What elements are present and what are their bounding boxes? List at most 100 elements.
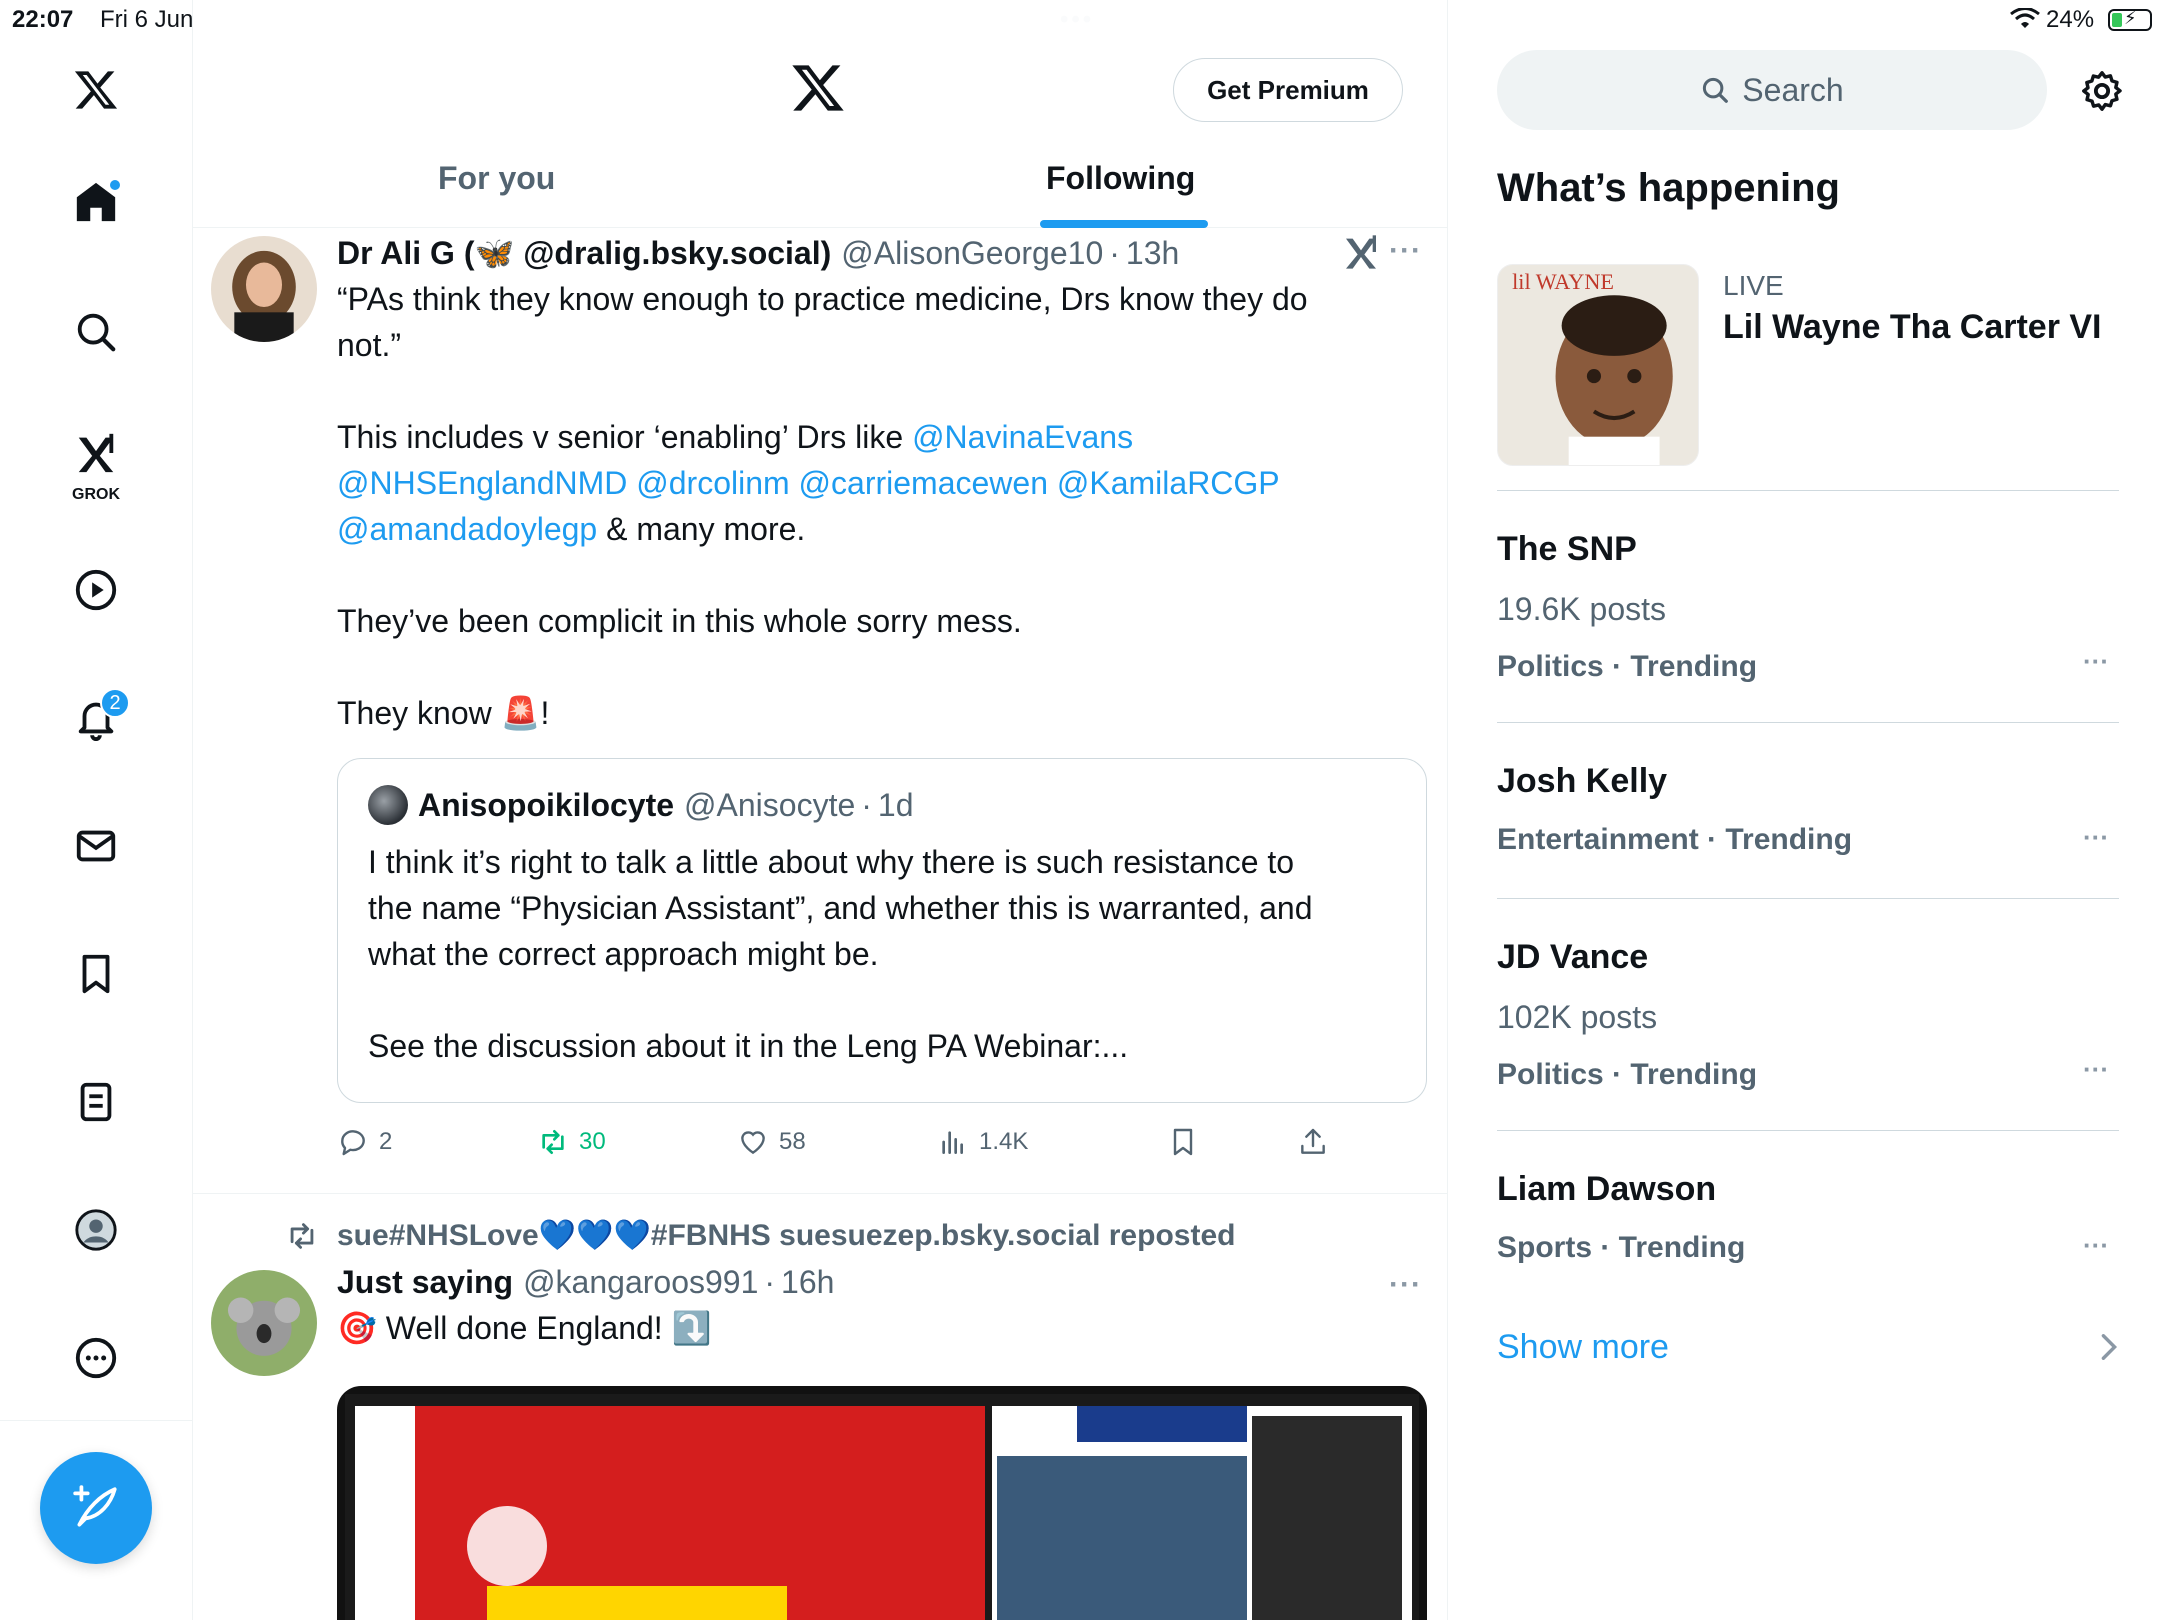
grok-explain-icon[interactable]: [1341, 232, 1381, 272]
notifications-bell-icon[interactable]: 2: [66, 688, 130, 748]
live-event-card[interactable]: lil WAYNE LIVE Lil Wayne Tha Carter VI: [1497, 264, 2119, 494]
reposted-by-text: sue#NHSLove💙💙💙#FBNHS suesuezep.bsky.soci…: [337, 1219, 1236, 1252]
quote-avatar[interactable]: [368, 785, 408, 825]
trend-more-icon[interactable]: ···: [2083, 646, 2109, 677]
tweet[interactable]: Dr Ali G (🦋 @dralig.bsky.social) @Alison…: [193, 228, 1447, 1193]
tweet-actions: 2 30 58 1.4K: [337, 1126, 1337, 1166]
tab-following[interactable]: Following: [1046, 160, 1195, 197]
profile-avatar-icon[interactable]: [66, 1200, 126, 1260]
tweet-text: 🎯 Well done England! ⤵️: [337, 1305, 1417, 1351]
mention-link[interactable]: @carriemacewen: [799, 465, 1048, 501]
tweet-text-line: “PAs think they know enough to practice …: [337, 281, 1308, 317]
quote-text: I think it’s right to talk a little abou…: [368, 844, 1313, 1064]
mention-link[interactable]: @NHSEnglandNMD: [337, 465, 627, 501]
home-icon[interactable]: [66, 172, 126, 232]
repost-button[interactable]: 30: [537, 1126, 606, 1158]
bookmark-icon[interactable]: [66, 944, 126, 1004]
reply-button[interactable]: 2: [337, 1126, 392, 1158]
mention-link[interactable]: @KamilaRCGP: [1057, 465, 1280, 501]
trend-name[interactable]: Liam Dawson: [1497, 1170, 2119, 1209]
trend-divider: [1497, 1130, 2119, 1131]
more-options-icon[interactable]: [66, 1328, 126, 1388]
views-bar-chart-icon: [942, 1131, 963, 1154]
reposted-by-line[interactable]: sue#NHSLove💙💙💙#FBNHS suesuezep.bsky.soci…: [285, 1218, 1235, 1253]
more-options-icon[interactable]: ···: [1389, 1268, 1422, 1302]
author-handle[interactable]: @AlisonGeorge10: [841, 235, 1103, 272]
tweet-media-image[interactable]: [337, 1386, 1427, 1620]
quoted-tweet[interactable]: Anisopoikilocyte @Anisocyte · 1d I think…: [337, 758, 1427, 1103]
trend-item[interactable]: Josh Kelly Entertainment · Trending ···: [1497, 762, 2119, 857]
share-icon: [1301, 1128, 1325, 1154]
heart-icon: [741, 1131, 765, 1155]
video-play-icon[interactable]: [66, 560, 126, 620]
views-count: 1.4K: [979, 1128, 1029, 1155]
lists-icon[interactable]: [66, 1072, 126, 1132]
grok-icon[interactable]: GROK: [66, 422, 126, 503]
trend-name[interactable]: Josh Kelly: [1497, 762, 2119, 801]
trend-item[interactable]: JD Vance 102K posts Politics · Trending …: [1497, 938, 2119, 1092]
album-text: lil WAYNE: [1512, 269, 1614, 294]
share-button[interactable]: [1297, 1126, 1339, 1158]
quote-time[interactable]: 1d: [878, 787, 914, 824]
trend-more-icon[interactable]: ···: [2083, 1230, 2109, 1261]
live-label: LIVE: [1723, 270, 1784, 301]
compose-feather-icon: [73, 1485, 117, 1527]
main-timeline: Get Premium For you Following Dr Ali G (…: [193, 0, 1448, 1620]
trend-more-icon[interactable]: ···: [2083, 822, 2109, 853]
avatar[interactable]: [211, 236, 317, 342]
trend-name[interactable]: JD Vance: [1497, 938, 2119, 977]
repost-icon: [290, 1222, 314, 1249]
mention-link[interactable]: @NavinaEvans: [912, 419, 1133, 455]
album-cover-image[interactable]: lil WAYNE: [1497, 264, 1699, 466]
tweet-text-line: !: [540, 695, 550, 731]
mention-link[interactable]: @drcolinm: [636, 465, 789, 501]
bookmark-icon: [1173, 1128, 1193, 1156]
settings-gear-icon[interactable]: [2079, 68, 2125, 114]
bookmark-button[interactable]: [1167, 1126, 1209, 1158]
messages-envelope-icon[interactable]: [66, 816, 126, 876]
siren-emoji: 🚨: [500, 695, 541, 731]
like-button[interactable]: 58: [737, 1126, 806, 1158]
author-handle[interactable]: @kangaroos991: [523, 1264, 758, 1301]
live-event-title[interactable]: Lil Wayne Tha Carter VI: [1723, 308, 2102, 347]
quote-author-handle[interactable]: @Anisocyte: [684, 787, 855, 824]
tweet-text-line: They’ve been complicit in this whole sor…: [337, 603, 1022, 639]
trend-item[interactable]: The SNP 19.6K posts Politics · Trending …: [1497, 530, 2119, 684]
author-name[interactable]: Just saying: [337, 1264, 513, 1301]
whats-happening-title: What’s happening: [1497, 166, 1840, 210]
more-options-icon[interactable]: ···: [1389, 234, 1422, 268]
time-separator: ·: [1109, 234, 1120, 271]
right-sidebar: Search What’s happening lil WAYNE LIVE L…: [1449, 0, 2160, 1620]
compose-post-button[interactable]: [40, 1452, 152, 1564]
quote-author-name[interactable]: Anisopoikilocyte: [418, 787, 674, 824]
views-button[interactable]: 1.4K: [937, 1126, 1028, 1158]
nav-divider: [0, 1420, 193, 1421]
trend-item[interactable]: Liam Dawson Sports · Trending ···: [1497, 1170, 2119, 1265]
time-separator: ·: [764, 1264, 776, 1300]
target-emoji: 🎯: [337, 1310, 377, 1346]
tweet-time[interactable]: 16h: [781, 1264, 834, 1301]
tab-for-you[interactable]: For you: [438, 160, 555, 197]
avatar[interactable]: [211, 1270, 317, 1376]
notifications-badge: 2: [100, 688, 130, 718]
x-logo-center-icon[interactable]: [790, 60, 846, 116]
author-name[interactable]: Dr Ali G (🦋 @dralig.bsky.social): [337, 234, 831, 272]
tweet-time[interactable]: 13h: [1126, 235, 1179, 272]
show-more-link[interactable]: Show more: [1497, 1328, 1669, 1367]
search-icon[interactable]: [66, 302, 126, 362]
search-input[interactable]: Search: [1497, 50, 2047, 130]
search-placeholder: Search: [1742, 71, 1844, 108]
mention-link[interactable]: @amandadoylegp: [337, 511, 597, 547]
repost-icon: [542, 1130, 564, 1154]
search-icon: [1703, 77, 1729, 103]
tweet-text-line: Well done England!: [376, 1310, 672, 1346]
grok-label: GROK: [72, 486, 120, 503]
trend-post-count: 102K posts: [1497, 999, 1658, 1035]
arrow-down-emoji: ⤵️: [671, 1310, 712, 1346]
trend-more-icon[interactable]: ···: [2083, 1054, 2109, 1085]
trend-name[interactable]: The SNP: [1497, 530, 2119, 569]
x-logo-icon[interactable]: [66, 60, 126, 120]
get-premium-button[interactable]: Get Premium: [1173, 58, 1403, 122]
tweet[interactable]: sue#NHSLove💙💙💙#FBNHS suesuezep.bsky.soci…: [193, 1194, 1447, 1620]
repost-count: 30: [579, 1128, 606, 1155]
